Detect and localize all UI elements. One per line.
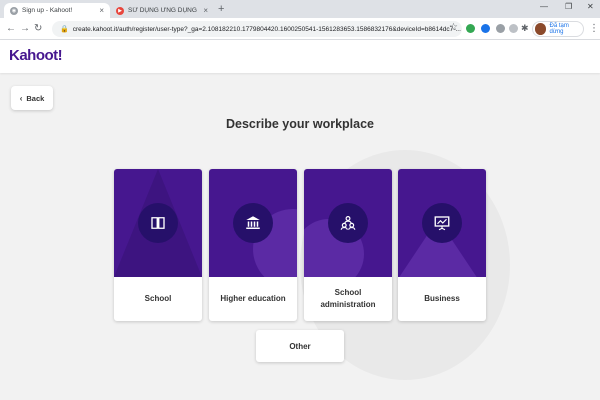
close-tab-icon[interactable]: × [99, 6, 104, 15]
option-label: Other [289, 341, 311, 351]
profile-paused-button[interactable]: Đã tạm dừng [532, 21, 584, 37]
bookmark-star-icon[interactable]: ☆ [449, 22, 458, 34]
back-button[interactable]: ‹ Back [11, 86, 53, 110]
option-label: School administration [320, 288, 376, 309]
reload-icon[interactable]: ↻ [34, 23, 42, 35]
close-tab-icon[interactable]: × [203, 6, 208, 15]
address-bar[interactable]: 🔒 create.kahoot.it/auth/register/user-ty… [52, 21, 462, 37]
option-label: Higher education [220, 294, 286, 303]
window-close-icon[interactable]: ✕ [587, 2, 594, 11]
option-card-business[interactable]: Business [398, 169, 486, 321]
option-card-school[interactable]: School [114, 169, 202, 321]
option-label: School [144, 294, 172, 303]
option-other-button[interactable]: Other [256, 330, 344, 362]
back-label: Back [26, 93, 45, 103]
extension-icon[interactable] [509, 24, 518, 33]
people-group-icon [328, 203, 368, 243]
globe-icon: ◉ [10, 6, 18, 15]
browser-toolbar: ← → ↻ 🔒 create.kahoot.it/auth/register/u… [0, 18, 600, 40]
tab-title: Sign up - Kahoot! [22, 7, 73, 14]
forward-arrow-icon[interactable]: → [20, 23, 30, 35]
university-building-icon [233, 203, 273, 243]
site-header: Kahoot! [0, 40, 600, 73]
extension-icon[interactable] [481, 24, 490, 33]
back-arrow-icon[interactable]: ← [6, 23, 16, 35]
extension-icon[interactable] [496, 24, 505, 33]
more-menu-icon[interactable]: ⋮ [589, 23, 599, 34]
puzzle-extensions-icon[interactable]: ✱ [521, 22, 529, 34]
restore-icon[interactable]: ❐ [565, 2, 572, 11]
option-label: Business [424, 294, 460, 303]
option-card-school-administration[interactable]: School administration [304, 169, 392, 321]
option-card-higher-education[interactable]: Higher education [209, 169, 297, 321]
extension-icon[interactable] [466, 24, 475, 33]
browser-tab-signup[interactable]: ◉ Sign up - Kahoot! × [4, 3, 110, 18]
avatar [535, 23, 547, 35]
video-favicon-icon: ▶ [116, 6, 124, 15]
browser-tab-strip: ◉ Sign up - Kahoot! × ▶ SỬ DỤNG ỨNG DỤNG… [0, 0, 600, 18]
kahoot-logo[interactable]: Kahoot! [9, 47, 63, 64]
minimize-icon[interactable]: — [540, 2, 548, 11]
page-title: Describe your workplace [226, 117, 374, 131]
book-icon [138, 203, 178, 243]
new-tab-icon[interactable]: + [218, 3, 224, 15]
browser-tab-guide[interactable]: ▶ SỬ DỤNG ỨNG DỤNG KAHOOT × [110, 3, 214, 18]
chevron-left-icon: ‹ [19, 93, 23, 103]
url-text: create.kahoot.it/auth/register/user-type… [72, 25, 461, 33]
presentation-board-icon [422, 203, 462, 243]
profile-label: Đã tạm dừng [549, 23, 569, 35]
tab-title: SỬ DỤNG ỨNG DỤNG KAHOOT [128, 7, 199, 14]
lock-icon: 🔒 [60, 26, 69, 33]
